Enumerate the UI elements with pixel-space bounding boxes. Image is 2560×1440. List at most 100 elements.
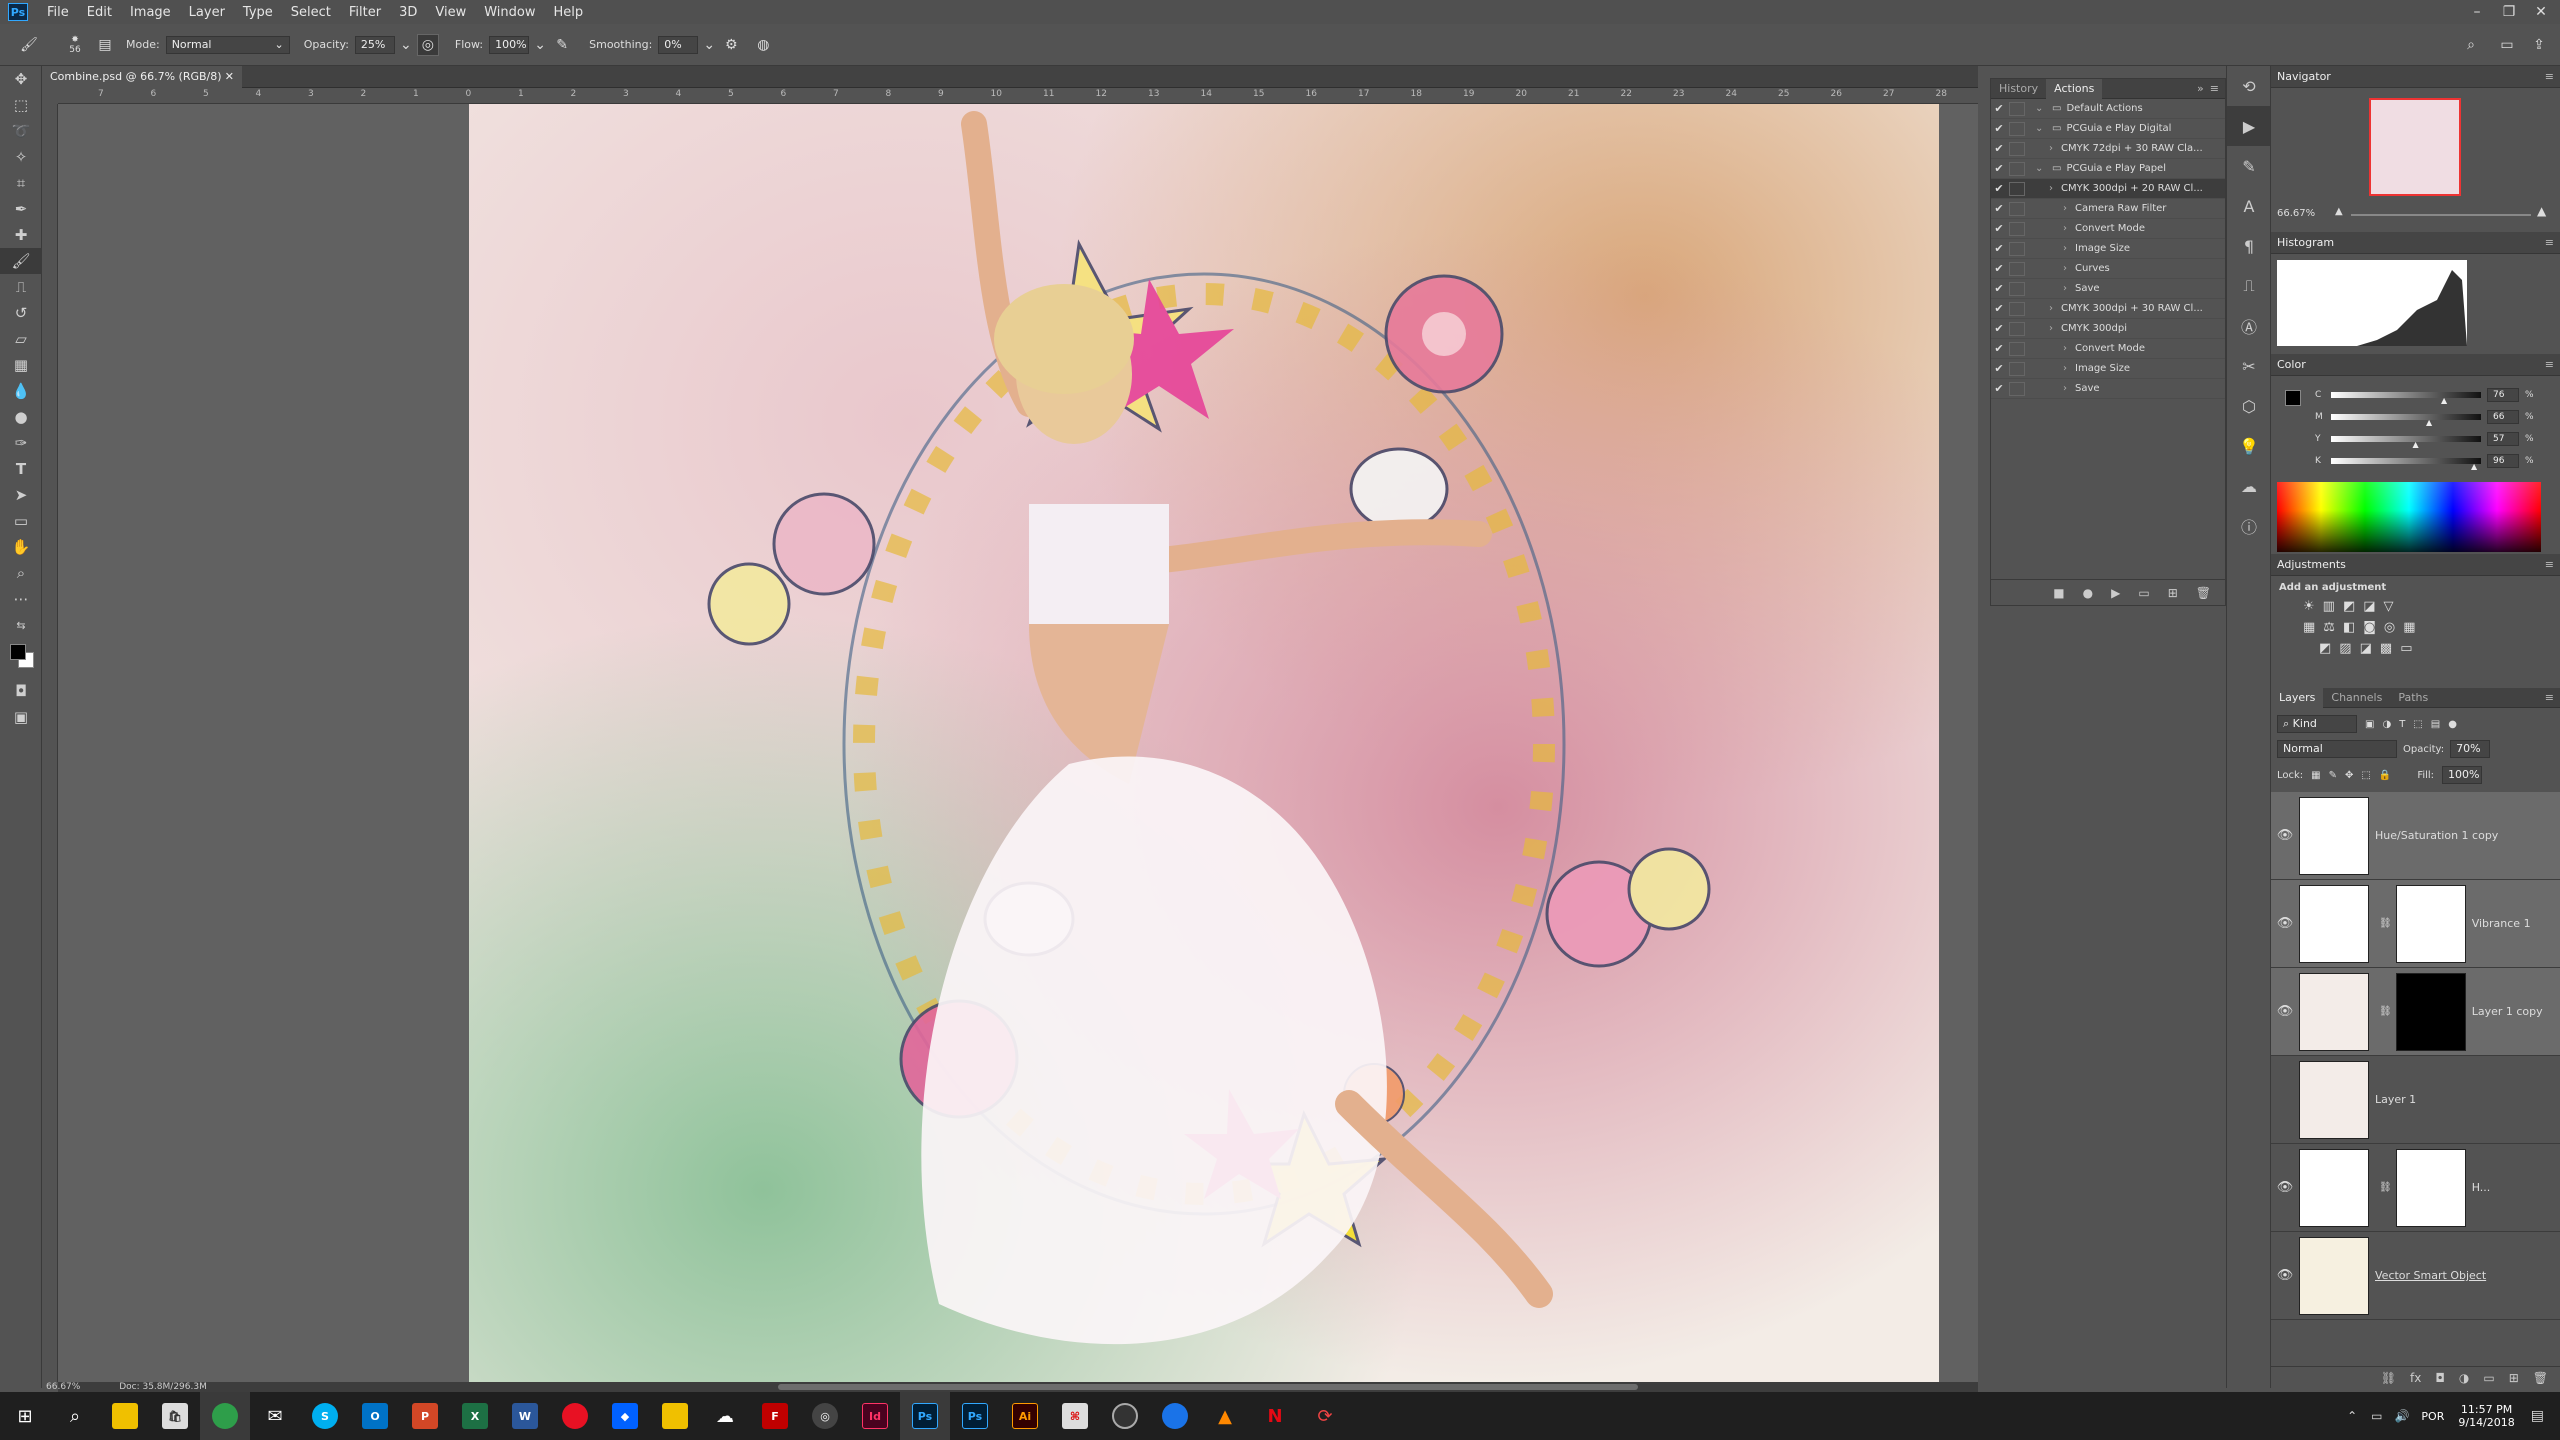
canvas-area[interactable] [58, 104, 1978, 1382]
foreground-color-swatch[interactable] [10, 644, 26, 660]
word-icon[interactable]: W [500, 1392, 550, 1440]
history-brush-tool-icon[interactable]: ↺ [0, 300, 42, 326]
link-icon[interactable]: ⛓ [2379, 1182, 2392, 1193]
network-icon[interactable]: ▭ [2371, 1409, 2382, 1423]
checkmark-icon[interactable]: ✔ [1991, 102, 2007, 115]
eyedropper-tool-icon[interactable]: ✒ [0, 196, 42, 222]
expand-arrow-icon[interactable]: › [2063, 343, 2075, 354]
layer-row[interactable]: 👁 Vector Smart Object [2271, 1232, 2560, 1320]
dialog-toggle-icon[interactable] [2009, 281, 2025, 296]
photo-filter-icon[interactable]: ◙ [2363, 620, 2376, 635]
eye-icon[interactable]: 👁 [2271, 1180, 2299, 1195]
slider-thumb-icon[interactable]: ▲ [2441, 396, 2447, 405]
dodge-tool-icon[interactable]: ● [0, 404, 42, 430]
blend-mode-select[interactable]: Normal [2277, 740, 2397, 758]
expand-arrow-icon[interactable]: ⌄ [2035, 103, 2047, 114]
lock-all-icon[interactable]: 🔒 [2379, 770, 2391, 781]
action-row[interactable]: ✔ ⌄ ▭ Default Actions [1991, 99, 2225, 119]
checkmark-icon[interactable]: ✔ [1991, 182, 2007, 195]
sync-icon[interactable]: ⟳ [1300, 1392, 1350, 1440]
crop-tool-icon[interactable]: ⌗ [0, 170, 42, 196]
zoom-slider[interactable] [2351, 214, 2531, 216]
lock-transparency-icon[interactable]: ▦ [2311, 770, 2320, 781]
type-tool-icon[interactable]: T [0, 456, 42, 482]
pressure-opacity-icon[interactable]: ◎ [416, 33, 439, 56]
mode-select[interactable]: Normal ⌄ [165, 35, 290, 54]
tab-channels[interactable]: Channels [2323, 688, 2390, 708]
channel-slider[interactable]: ▲ [2331, 414, 2481, 427]
slider-thumb-icon[interactable]: ▲ [2426, 418, 2432, 427]
menu-file[interactable]: File [38, 5, 78, 20]
action-row[interactable]: ✔ › Curves [1991, 259, 2225, 279]
gradient-map-icon[interactable]: ▭ [2400, 641, 2412, 656]
panel-collapse-icon[interactable]: » [2197, 82, 2204, 95]
channel-value[interactable]: 76 [2487, 388, 2519, 402]
netflix-icon[interactable]: N [1250, 1392, 1300, 1440]
dialog-toggle-icon[interactable] [2009, 141, 2025, 156]
outlook-icon[interactable]: O [350, 1392, 400, 1440]
search-icon[interactable]: ⌕ [2460, 34, 2482, 56]
clone-source-icon[interactable]: ⎍ [2227, 266, 2271, 306]
pressure-size-icon[interactable]: ◍ [752, 34, 774, 56]
brush-size-picker[interactable]: ✸ 56 [60, 34, 90, 56]
3d-icon[interactable]: ⬡ [2227, 386, 2271, 426]
tab-paths[interactable]: Paths [2390, 688, 2436, 708]
layer-mask-thumbnail[interactable] [2395, 972, 2466, 1051]
expand-arrow-icon[interactable]: › [2049, 183, 2061, 194]
photoshop-logo-icon[interactable]: Ps [8, 3, 28, 21]
stop-icon[interactable]: ■ [2053, 586, 2064, 600]
brush-settings-dock-icon[interactable]: ✎ [2227, 146, 2271, 186]
new-layer-icon[interactable]: ⊞ [2509, 1371, 2519, 1385]
illustrator-icon[interactable]: Ai [1000, 1392, 1050, 1440]
delete-layer-icon[interactable]: 🗑 [2533, 1371, 2548, 1385]
app-circle-icon[interactable] [1100, 1392, 1150, 1440]
action-row[interactable]: ✔ › Save [1991, 379, 2225, 399]
layer-thumbnail[interactable] [2299, 1060, 2369, 1139]
color-foreground-swatch[interactable] [2285, 390, 2301, 406]
action-row[interactable]: ✔ ⌄ ▭ PCGuia e Play Papel [1991, 159, 2225, 179]
action-row[interactable]: ✔ › CMYK 72dpi + 30 RAW Cla... [1991, 139, 2225, 159]
gradient-tool-icon[interactable]: ▦ [0, 352, 42, 378]
close-tab-icon[interactable]: ✕ [225, 66, 234, 88]
navigator-thumbnail[interactable] [2369, 98, 2461, 196]
quick-mask-icon[interactable]: ◘ [0, 678, 42, 704]
navigator-header[interactable]: Navigator ≡ [2271, 66, 2560, 88]
healing-brush-tool-icon[interactable]: ✚ [0, 222, 42, 248]
color-spectrum[interactable] [2277, 482, 2541, 552]
expand-arrow-icon[interactable]: › [2049, 323, 2061, 334]
minimize-icon[interactable]: – [2462, 0, 2492, 24]
powerpoint-icon[interactable]: P [400, 1392, 450, 1440]
slider-thumb-icon[interactable]: ▲ [2471, 462, 2477, 471]
notes-icon[interactable] [650, 1392, 700, 1440]
layer-thumbnail[interactable] [2299, 1148, 2369, 1227]
filter-smart-icon[interactable]: ▤ [2431, 719, 2440, 730]
workspace-icon[interactable]: ▭ [2496, 34, 2518, 56]
layer-row[interactable]: 👁 ⛓ Vibrance 1 [2271, 880, 2560, 968]
libraries-icon[interactable]: ☁ [2227, 466, 2271, 506]
channel-value[interactable]: 57 [2487, 432, 2519, 446]
zoom-readout[interactable]: 66.67% [46, 1382, 80, 1392]
hand-tool-icon[interactable]: ✋ [0, 534, 42, 560]
menu-filter[interactable]: Filter [340, 5, 390, 20]
dialog-toggle-icon[interactable] [2009, 301, 2025, 316]
slider-thumb-icon[interactable]: ▲ [2413, 440, 2419, 449]
panel-menu-icon[interactable]: ≡ [2545, 70, 2554, 83]
menu-layer[interactable]: Layer [180, 5, 234, 20]
dialog-toggle-icon[interactable] [2009, 321, 2025, 336]
new-adjustment-icon[interactable]: ◑ [2459, 1371, 2469, 1385]
hue-saturation-icon[interactable]: ▦ [2303, 620, 2315, 635]
menu-type[interactable]: Type [234, 5, 282, 20]
expand-arrow-icon[interactable]: › [2049, 303, 2061, 314]
fill-field[interactable]: 100% [2442, 766, 2483, 784]
checkmark-icon[interactable]: ✔ [1991, 342, 2007, 355]
dialog-toggle-icon[interactable] [2009, 361, 2025, 376]
layer-name[interactable]: Hue/Saturation 1 copy [2375, 829, 2498, 842]
selective-color-icon[interactable]: ▩ [2380, 641, 2392, 656]
black-white-icon[interactable]: ◧ [2343, 620, 2355, 635]
onedrive-icon[interactable]: ☁ [700, 1392, 750, 1440]
swap-colors-icon[interactable]: ⇆ [0, 612, 42, 638]
history-icon[interactable]: ⟲ [2227, 66, 2271, 106]
tray-chevron-icon[interactable]: ⌃ [2347, 1409, 2357, 1423]
blur-tool-icon[interactable]: 💧 [0, 378, 42, 404]
expand-arrow-icon[interactable]: › [2063, 363, 2075, 374]
